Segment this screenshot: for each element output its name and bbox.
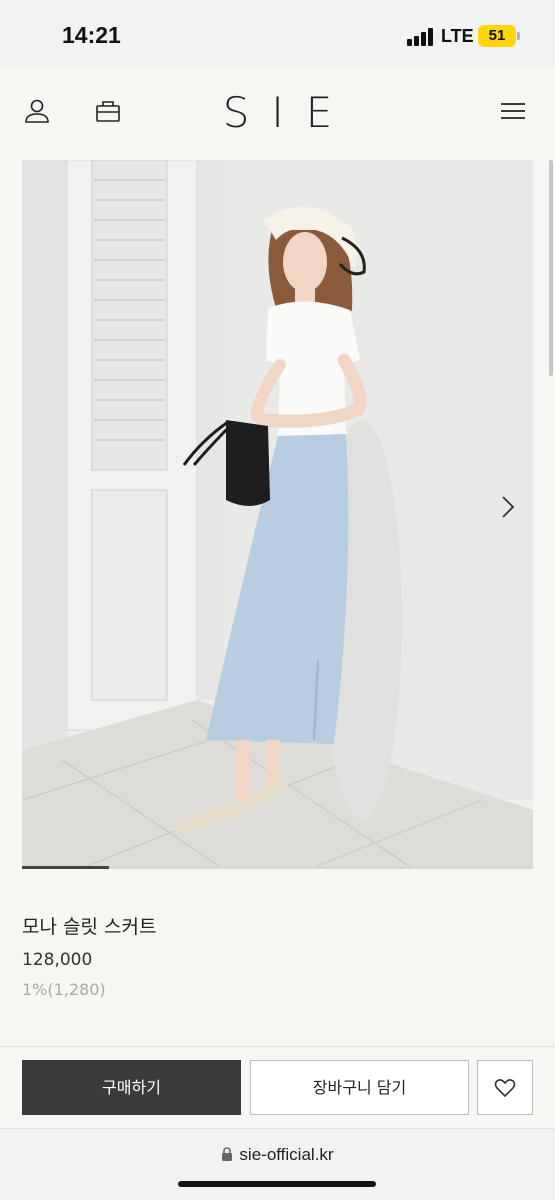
status-bar: 14:21 LTE 51	[0, 0, 555, 68]
browser-url-bar[interactable]: sie-official.kr	[0, 1128, 555, 1200]
product-name: 모나 슬릿 스커트	[22, 916, 157, 938]
signal-icon	[407, 28, 437, 46]
url-text: sie-official.kr	[239, 1145, 334, 1164]
chevron-right-icon[interactable]	[496, 492, 520, 522]
lock-icon	[221, 1146, 233, 1161]
home-indicator	[178, 1181, 376, 1187]
product-image[interactable]	[22, 160, 533, 868]
product-points: 1%(1,280)	[22, 980, 106, 999]
site-header: SIE	[0, 68, 555, 160]
menu-icon[interactable]	[499, 97, 527, 125]
buy-button[interactable]: 구매하기	[22, 1060, 241, 1115]
product-price: 128,000	[22, 950, 93, 970]
purchase-bar: 구매하기 장바구니 담기	[0, 1046, 555, 1128]
status-time: 14:21	[62, 22, 121, 48]
site-logo[interactable]: SIE	[0, 88, 555, 137]
heart-icon	[494, 1079, 516, 1098]
battery-tip	[517, 32, 520, 40]
slide-progress-fill	[22, 866, 109, 869]
slide-progress-bar	[22, 866, 533, 869]
scroll-indicator[interactable]	[549, 160, 553, 376]
battery-icon: 51	[478, 25, 516, 47]
wishlist-button[interactable]	[477, 1060, 533, 1115]
add-to-cart-button[interactable]: 장바구니 담기	[250, 1060, 469, 1115]
url-display[interactable]: sie-official.kr	[0, 1145, 555, 1165]
network-label: LTE	[441, 26, 474, 46]
